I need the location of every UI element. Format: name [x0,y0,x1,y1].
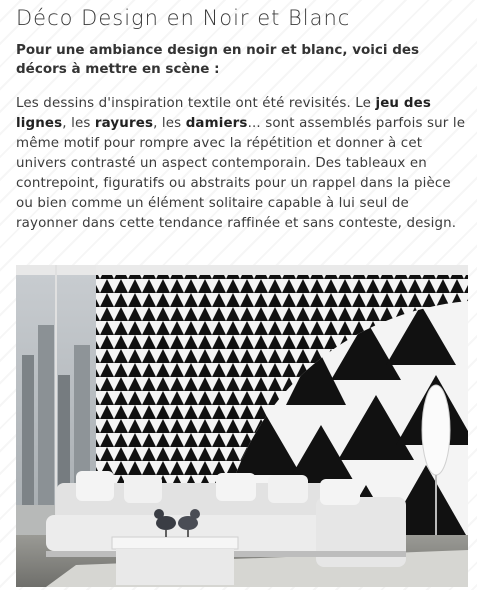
body-text-3: , les [153,116,186,131]
body-text-4: ... sont assemblés parfois sur le même m… [16,116,466,231]
body-bold-rayures: rayures [94,116,154,131]
ceiling [96,265,468,275]
body-text-2: , les [62,116,95,131]
body-bold-damiers: damiers [185,116,248,131]
page-title: Déco Design en Noir et Blanc [16,6,351,30]
article-subtitle: Pour une ambiance design en noir et blan… [16,42,420,77]
article-body: Les dessins d'inspiration textile ont ét… [16,94,468,234]
body-text-1: Les dessins d'inspiration textile ont ét… [16,96,376,111]
living-room-photo [16,265,468,587]
living-room-illustration [16,265,468,587]
coffee-table [111,536,239,585]
